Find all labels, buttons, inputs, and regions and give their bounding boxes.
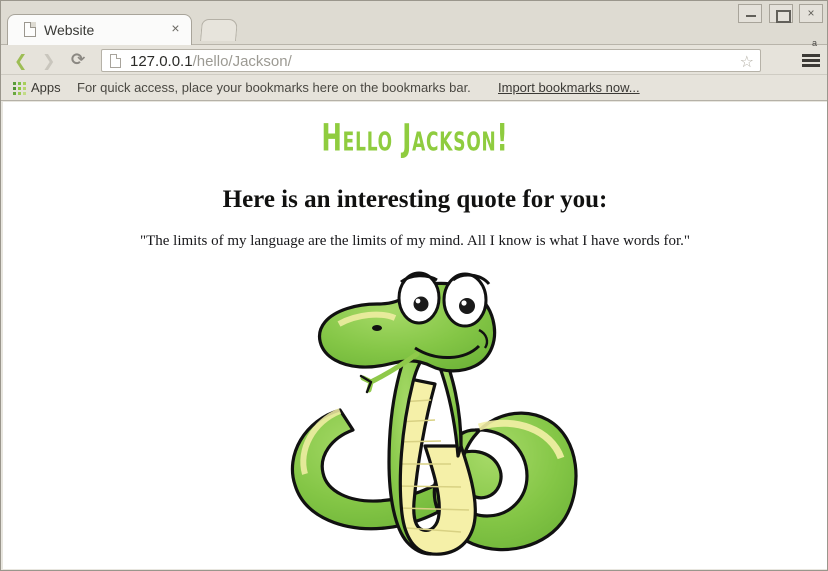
title-bar: Website × × [1, 1, 827, 45]
close-window-button[interactable]: × [799, 4, 823, 23]
apps-grid-dot [18, 92, 21, 95]
apps-grid-dot [18, 87, 21, 90]
url-host: 127.0.0.1 [130, 53, 193, 70]
apps-grid-icon[interactable] [13, 82, 26, 95]
new-tab-button[interactable] [200, 19, 238, 41]
hamburger-menu-icon[interactable] [801, 50, 821, 70]
pupil-left [413, 296, 429, 312]
tab-strip: Website × [7, 14, 192, 45]
eye-glint-left [415, 298, 421, 304]
arrow-right-icon: ❯ [42, 51, 56, 70]
minimize-button[interactable] [738, 4, 763, 23]
menu-badge-label: a [811, 38, 817, 48]
eye-glint-right [461, 300, 467, 306]
cartoon-snake-illustration [290, 271, 578, 556]
apps-grid-dot [13, 87, 16, 90]
close-icon: × [807, 6, 815, 20]
bookmarks-bar: Apps For quick access, place your bookma… [1, 75, 827, 101]
page-icon [110, 54, 121, 68]
reload-button[interactable]: ⟳ [67, 49, 91, 71]
page-content: Hello Jackson! Here is an interesting qu… [3, 102, 827, 569]
apps-grid-dot [18, 82, 21, 85]
window-controls: × [736, 4, 823, 24]
quote-text: "The limits of my language are the limit… [139, 233, 691, 249]
apps-grid-dot [23, 92, 26, 95]
bookmarks-hint: For quick access, place your bookmarks h… [77, 80, 471, 95]
forward-button[interactable]: ❯ [37, 49, 61, 71]
apps-grid-dot [23, 87, 26, 90]
arrow-left-icon: ❮ [14, 51, 28, 70]
pupil-right [459, 298, 475, 314]
browser-window: Website × × ❮ ❯ ⟳ 127.0.0.1/hello/Jackso… [0, 0, 828, 571]
page-icon [24, 22, 36, 37]
tab-website[interactable]: Website × [7, 14, 192, 45]
address-bar[interactable]: 127.0.0.1/hello/Jackson/ ☆ [101, 49, 761, 72]
back-button[interactable]: ❮ [9, 49, 33, 71]
url-path: /hello/Jackson/ [192, 53, 292, 70]
quote-heading: Here is an interesting quote for you: [222, 186, 608, 213]
apps-grid-dot [13, 82, 16, 85]
apps-grid-dot [13, 92, 16, 95]
content-bottom-edge [5, 565, 827, 567]
reload-icon: ⟳ [71, 50, 86, 70]
tab-title: Website [44, 22, 95, 38]
apps-grid-dot [23, 82, 26, 85]
browser-toolbar: ❮ ❯ ⟳ 127.0.0.1/hello/Jackson/ ☆ [1, 45, 827, 75]
bookmark-star-icon[interactable]: ☆ [740, 53, 754, 70]
url-text: 127.0.0.1/hello/Jackson/ [130, 52, 292, 71]
maximize-button[interactable] [768, 4, 793, 23]
snake-image [265, 270, 585, 560]
import-bookmarks-link[interactable]: Import bookmarks now... [498, 80, 640, 95]
close-icon[interactable]: × [168, 21, 183, 36]
page-greeting: Hello Jackson! [321, 116, 509, 160]
nostril [372, 325, 382, 331]
apps-label[interactable]: Apps [31, 80, 61, 95]
